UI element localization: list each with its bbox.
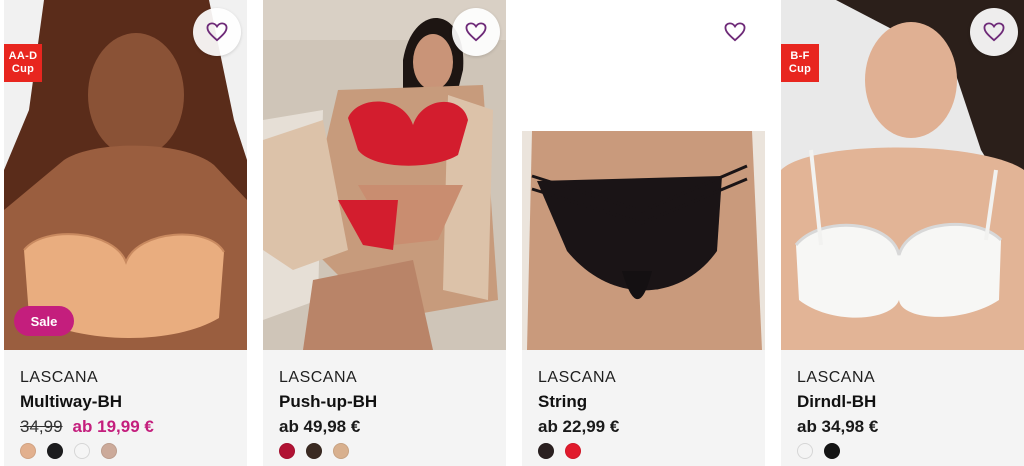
product-brand: LASCANA [279, 369, 358, 386]
product-image[interactable]: AA-D Cup Sale [4, 0, 247, 350]
color-swatch[interactable] [333, 443, 349, 459]
product-name[interactable]: Dirndl-BH [797, 391, 1014, 413]
color-swatches [797, 443, 840, 459]
wishlist-button[interactable] [193, 8, 241, 56]
product-name[interactable]: Push-up-BH [279, 391, 496, 413]
color-swatch[interactable] [565, 443, 581, 459]
product-name[interactable]: Multiway-BH [20, 391, 237, 413]
heart-icon [724, 22, 746, 42]
product-brand: LASCANA [538, 369, 617, 386]
heart-icon [206, 22, 228, 42]
product-image[interactable] [522, 0, 765, 350]
price-row: ab 22,99 € [538, 416, 755, 438]
product-image[interactable]: B-F Cup [781, 0, 1024, 350]
price-row: ab 34,98 € [797, 416, 1014, 438]
color-swatches [20, 443, 117, 459]
heart-icon [983, 22, 1005, 42]
wishlist-button[interactable] [711, 8, 759, 56]
color-swatch[interactable] [538, 443, 554, 459]
heart-icon [465, 22, 487, 42]
price-row: 34,99 ab 19,99 € [20, 416, 237, 438]
current-price: ab 22,99 € [538, 417, 620, 436]
price-row: ab 49,98 € [279, 416, 496, 438]
color-swatch[interactable] [74, 443, 90, 459]
color-swatch[interactable] [306, 443, 322, 459]
current-price: ab 34,98 € [797, 417, 879, 436]
color-swatches [279, 443, 349, 459]
product-grid: AA-D Cup Sale LASCANA Multiway-BH 34,99 ab… [0, 0, 1024, 466]
product-name[interactable]: String [538, 391, 755, 413]
cup-size-badge: AA-D Cup [4, 44, 42, 82]
color-swatch[interactable] [101, 443, 117, 459]
product-card[interactable]: LASCANA Push-up-BH ab 49,98 € [263, 0, 506, 466]
cup-size-badge: B-F Cup [781, 44, 819, 82]
sale-badge: Sale [14, 306, 74, 336]
wishlist-button[interactable] [970, 8, 1018, 56]
wishlist-button[interactable] [452, 8, 500, 56]
product-image[interactable] [263, 0, 506, 350]
current-price: ab 19,99 € [72, 417, 154, 436]
current-price: ab 49,98 € [279, 417, 361, 436]
color-swatch[interactable] [824, 443, 840, 459]
color-swatch[interactable] [47, 443, 63, 459]
old-price: 34,99 [20, 417, 63, 436]
color-swatches [538, 443, 581, 459]
product-photo [522, 131, 765, 350]
product-card[interactable]: AA-D Cup Sale LASCANA Multiway-BH 34,99 ab… [4, 0, 247, 466]
product-brand: LASCANA [797, 369, 876, 386]
color-swatch[interactable] [797, 443, 813, 459]
color-swatch[interactable] [20, 443, 36, 459]
product-card[interactable]: LASCANA String ab 22,99 € [522, 0, 765, 466]
product-card[interactable]: B-F Cup LASCANA Dirndl-BH ab 34,98 € [781, 0, 1024, 466]
product-brand: LASCANA [20, 369, 99, 386]
color-swatch[interactable] [279, 443, 295, 459]
